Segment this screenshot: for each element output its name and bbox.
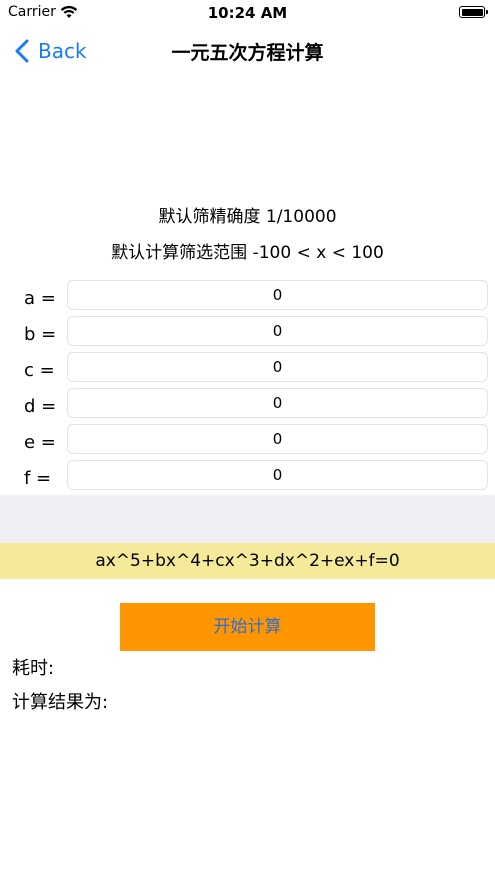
- coef-input-c[interactable]: 0: [67, 352, 488, 382]
- coef-input-f[interactable]: 0: [67, 460, 488, 490]
- status-time: 10:24 AM: [207, 4, 288, 22]
- range-info: 默认计算筛选范围 -100 < x < 100: [111, 243, 384, 263]
- page-title: 一元五次方程计算: [171, 42, 324, 64]
- coef-label-c: c =: [24, 360, 55, 381]
- coef-label-b: b =: [24, 324, 57, 345]
- elapsed-time-label: 耗时:: [12, 658, 55, 679]
- coef-input-e[interactable]: 0: [67, 424, 488, 454]
- precision-info: 默认筛精确度 1/10000: [158, 207, 337, 227]
- coef-label-d: d =: [24, 396, 57, 417]
- coef-input-d[interactable]: 0: [67, 388, 488, 418]
- start-calculation-button[interactable]: 开始计算: [120, 603, 375, 651]
- coef-label-f: f =: [24, 468, 52, 489]
- battery-icon: [459, 6, 488, 18]
- separator-band: [0, 495, 495, 543]
- coef-input-a[interactable]: 0: [67, 280, 488, 310]
- coef-label-e: e =: [24, 432, 56, 453]
- result-label: 计算结果为:: [12, 692, 109, 713]
- equation-display: ax^5+bx^4+cx^3+dx^2+ex+f=0: [0, 543, 495, 579]
- coef-label-a: a =: [24, 288, 56, 309]
- coef-input-b[interactable]: 0: [67, 316, 488, 346]
